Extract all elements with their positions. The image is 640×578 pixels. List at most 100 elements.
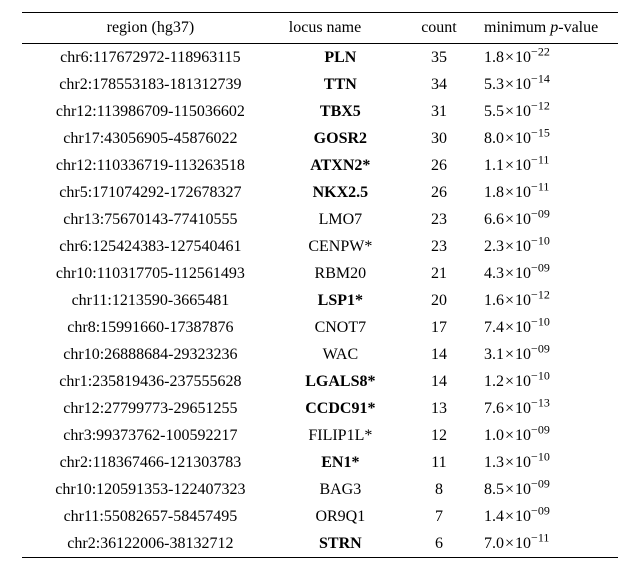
- cell-count: 12: [402, 422, 476, 449]
- pvalue-mantissa: 5.3: [484, 76, 504, 93]
- table-header-row: region (hg37) locus name count minimum p…: [22, 13, 618, 44]
- table-row: chr8:15991660-17387876CNOT7177.4×10−10: [22, 314, 618, 341]
- cell-region: chr6:117672972-118963115: [22, 44, 279, 72]
- cell-locus: ATXN2*: [279, 152, 402, 179]
- pvalue-base: 10: [515, 535, 531, 552]
- cell-pvalue: 1.0×10−09: [476, 422, 618, 449]
- pvalue-mantissa: 7.4: [484, 319, 504, 336]
- header-region: region (hg37): [22, 13, 279, 44]
- cell-count: 14: [402, 341, 476, 368]
- table-row: chr10:120591353-122407323BAG388.5×10−09: [22, 476, 618, 503]
- pvalue-base: 10: [515, 373, 531, 390]
- times-icon: ×: [504, 508, 515, 525]
- times-icon: ×: [504, 373, 515, 390]
- pvalue-base: 10: [515, 76, 531, 93]
- table-row: chr11:55082657-58457495OR9Q171.4×10−09: [22, 503, 618, 530]
- cell-count: 8: [402, 476, 476, 503]
- pvalue-exponent: −14: [531, 71, 550, 85]
- times-icon: ×: [504, 157, 515, 174]
- cell-region: chr12:113986709-115036602: [22, 98, 279, 125]
- pvalue-mantissa: 4.3: [484, 265, 504, 282]
- times-icon: ×: [504, 265, 515, 282]
- table-row: chr1:235819436-237555628LGALS8*141.2×10−…: [22, 368, 618, 395]
- pvalue-base: 10: [515, 130, 531, 147]
- times-icon: ×: [504, 535, 515, 552]
- table-row: chr5:171074292-172678327NKX2.5261.8×10−1…: [22, 179, 618, 206]
- pvalue-exponent: −09: [531, 206, 550, 220]
- cell-locus: BAG3: [279, 476, 402, 503]
- pvalue-base: 10: [515, 508, 531, 525]
- table-row: chr12:113986709-115036602TBX5315.5×10−12: [22, 98, 618, 125]
- cell-region: chr8:15991660-17387876: [22, 314, 279, 341]
- table-row: chr2:36122006-38132712STRN67.0×10−11: [22, 530, 618, 558]
- cell-region: chr1:235819436-237555628: [22, 368, 279, 395]
- cell-count: 30: [402, 125, 476, 152]
- times-icon: ×: [504, 481, 515, 498]
- times-icon: ×: [504, 319, 515, 336]
- cell-locus: EN1*: [279, 449, 402, 476]
- header-pvalue-post: -value: [558, 19, 598, 36]
- pvalue-exponent: −11: [531, 530, 549, 544]
- times-icon: ×: [504, 400, 515, 417]
- times-icon: ×: [504, 211, 515, 228]
- pvalue-exponent: −15: [531, 125, 550, 139]
- cell-count: 35: [402, 44, 476, 72]
- cell-count: 13: [402, 395, 476, 422]
- pvalue-base: 10: [515, 346, 531, 363]
- cell-locus: LGALS8*: [279, 368, 402, 395]
- cell-locus: CCDC91*: [279, 395, 402, 422]
- cell-pvalue: 7.0×10−11: [476, 530, 618, 558]
- cell-locus: WAC: [279, 341, 402, 368]
- times-icon: ×: [504, 346, 515, 363]
- pvalue-base: 10: [515, 49, 531, 66]
- times-icon: ×: [504, 427, 515, 444]
- times-icon: ×: [504, 292, 515, 309]
- cell-count: 6: [402, 530, 476, 558]
- table-row: chr10:110317705-112561493RBM20214.3×10−0…: [22, 260, 618, 287]
- pvalue-mantissa: 7.0: [484, 535, 504, 552]
- cell-count: 11: [402, 449, 476, 476]
- cell-region: chr2:118367466-121303783: [22, 449, 279, 476]
- cell-locus: CENPW*: [279, 233, 402, 260]
- pvalue-mantissa: 1.0: [484, 427, 504, 444]
- cell-region: chr3:99373762-100592217: [22, 422, 279, 449]
- cell-region: chr2:178553183-181312739: [22, 71, 279, 98]
- cell-count: 23: [402, 206, 476, 233]
- cell-pvalue: 4.3×10−09: [476, 260, 618, 287]
- cell-count: 7: [402, 503, 476, 530]
- cell-pvalue: 3.1×10−09: [476, 341, 618, 368]
- pvalue-exponent: −09: [531, 260, 550, 274]
- table-row: chr12:110336719-113263518ATXN2*261.1×10−…: [22, 152, 618, 179]
- pvalue-exponent: −10: [531, 314, 550, 328]
- pvalue-base: 10: [515, 427, 531, 444]
- cell-pvalue: 1.8×10−22: [476, 44, 618, 72]
- pvalue-base: 10: [515, 265, 531, 282]
- pvalue-base: 10: [515, 103, 531, 120]
- header-pvalue-pre: minimum: [484, 19, 550, 36]
- pvalue-mantissa: 1.8: [484, 49, 504, 66]
- table-row: chr2:118367466-121303783EN1*111.3×10−10: [22, 449, 618, 476]
- pvalue-base: 10: [515, 184, 531, 201]
- pvalue-mantissa: 5.5: [484, 103, 504, 120]
- cell-region: chr17:43056905-45876022: [22, 125, 279, 152]
- table-row: chr6:125424383-127540461CENPW*232.3×10−1…: [22, 233, 618, 260]
- pvalue-exponent: −09: [531, 476, 550, 490]
- cell-locus: LSP1*: [279, 287, 402, 314]
- cell-pvalue: 2.3×10−10: [476, 233, 618, 260]
- cell-pvalue: 5.5×10−12: [476, 98, 618, 125]
- times-icon: ×: [504, 130, 515, 147]
- pvalue-exponent: −13: [531, 395, 550, 409]
- table-row: chr11:1213590-3665481LSP1*201.6×10−12: [22, 287, 618, 314]
- cell-count: 31: [402, 98, 476, 125]
- cell-locus: OR9Q1: [279, 503, 402, 530]
- pvalue-exponent: −11: [531, 179, 549, 193]
- table-row: chr12:27799773-29651255CCDC91*137.6×10−1…: [22, 395, 618, 422]
- pvalue-base: 10: [515, 238, 531, 255]
- cell-locus: FILIP1L*: [279, 422, 402, 449]
- pvalue-exponent: −09: [531, 422, 550, 436]
- table-row: chr13:75670143-77410555LMO7236.6×10−09: [22, 206, 618, 233]
- cell-count: 34: [402, 71, 476, 98]
- pvalue-base: 10: [515, 157, 531, 174]
- pvalue-mantissa: 1.2: [484, 373, 504, 390]
- cell-pvalue: 5.3×10−14: [476, 71, 618, 98]
